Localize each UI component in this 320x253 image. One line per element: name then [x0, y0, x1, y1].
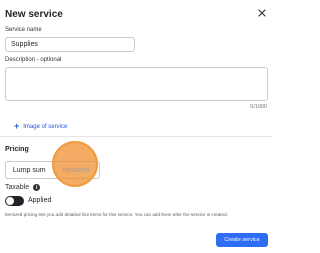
description-textarea[interactable]: [5, 67, 268, 101]
service-name-label: Service name: [5, 27, 42, 33]
dialog-title: New service: [5, 9, 63, 20]
taxable-row: Taxable i: [5, 184, 41, 191]
create-service-button[interactable]: Create service: [216, 233, 268, 247]
close-icon[interactable]: [256, 6, 268, 18]
add-image-button[interactable]: + Image of service: [14, 121, 67, 131]
taxable-toggle-label: Applied: [28, 197, 52, 204]
taxable-label: Taxable: [5, 184, 30, 191]
toggle-knob: [6, 197, 14, 205]
pricing-heading: Pricing: [5, 146, 29, 153]
taxable-toggle[interactable]: [5, 196, 24, 206]
service-name-input[interactable]: Supplies: [5, 37, 135, 52]
add-image-label: Image of service: [23, 124, 68, 130]
help-text: Itemized pricing lets you add detailed l…: [5, 212, 228, 217]
plus-icon: +: [14, 121, 20, 131]
info-icon[interactable]: i: [33, 184, 41, 191]
pricing-option-lump-sum[interactable]: Lump sum: [6, 162, 53, 178]
divider: [0, 136, 272, 137]
char-counter: 0/1000: [250, 104, 267, 110]
description-label: Description - optional: [5, 57, 62, 63]
pricing-option-itemized[interactable]: Itemized: [53, 162, 100, 178]
pricing-toggle: Lump sum Itemized: [5, 161, 100, 179]
